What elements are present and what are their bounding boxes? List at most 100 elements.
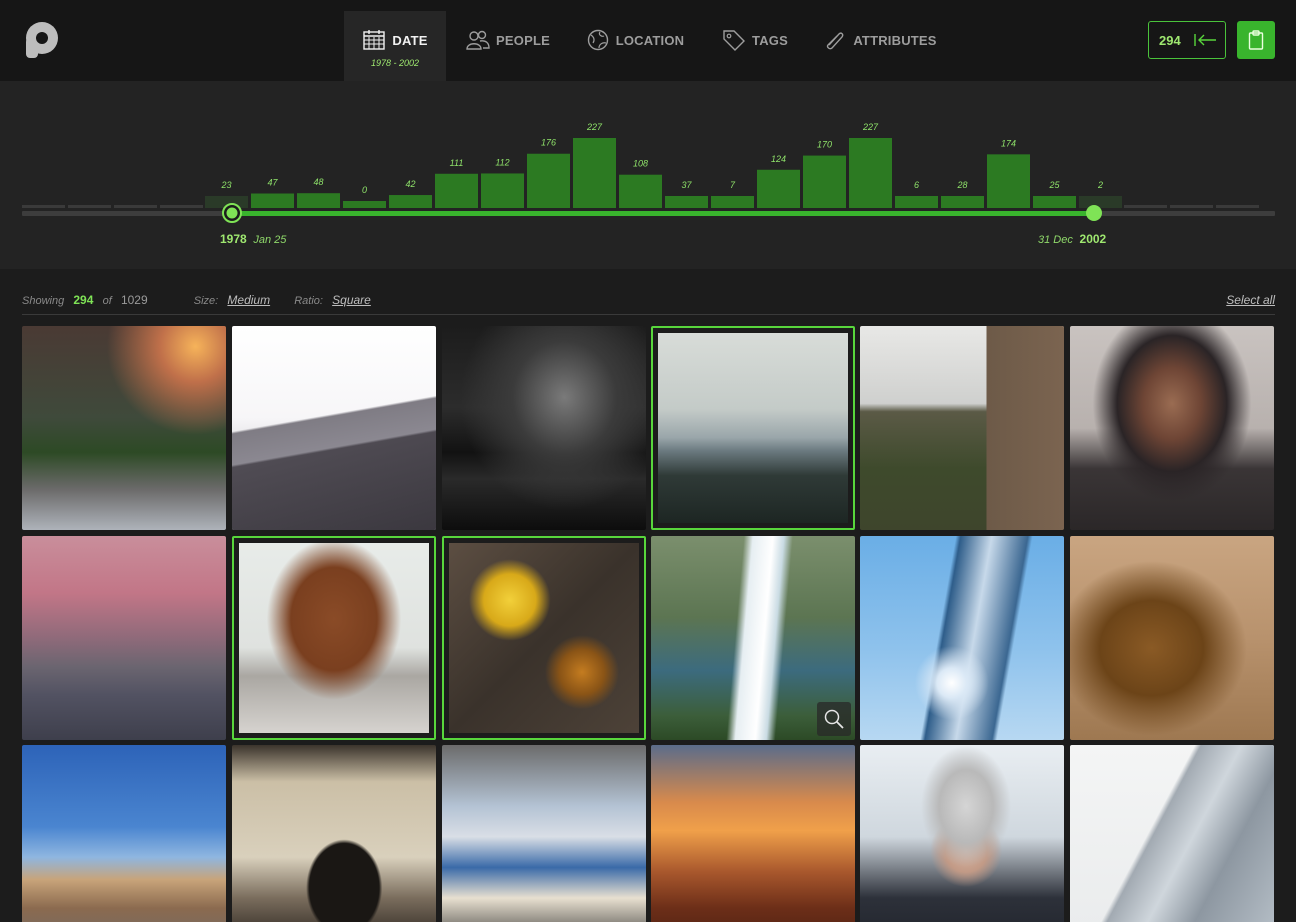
photo-tile-roaring-lion[interactable] [1070, 536, 1274, 740]
photo-tile-leather-bag[interactable] [232, 536, 436, 740]
people-icon [466, 30, 490, 50]
histogram-bar [941, 196, 984, 208]
range-start-handle-dot [226, 207, 238, 219]
histogram-bar [1033, 196, 1076, 208]
size-dropdown[interactable]: Medium [227, 293, 270, 307]
range-start-label: 1978 Jan 25 [220, 232, 286, 246]
histogram-bar-value: 174 [1001, 138, 1016, 148]
histogram-bar-value: 227 [862, 122, 879, 132]
histogram-bar [757, 169, 800, 208]
histogram-bar [619, 174, 662, 208]
tab-people[interactable]: PEOPLE [446, 11, 570, 81]
histogram-bar-value: 6 [914, 180, 919, 190]
date-histogram: 23 47 48 0 42 111 112 176 227 108 37 7 124 170 227 6 28 1… [0, 81, 1296, 269]
photo-tile-boy-in-hood[interactable] [1070, 326, 1274, 530]
paperclip-icon [827, 32, 844, 50]
histogram-bar-value: 176 [541, 138, 556, 148]
photo-tile-church-pink-clouds[interactable] [22, 536, 226, 740]
histogram-bar-value: 37 [681, 180, 692, 190]
histogram-bar [297, 193, 340, 208]
histogram-bar-value: 170 [817, 140, 832, 150]
app-logo[interactable] [20, 20, 60, 60]
selected-count: 294 [1159, 32, 1181, 48]
histogram-bar [665, 196, 708, 208]
range-end-year: 2002 [1079, 232, 1107, 246]
histogram-bar-value: 108 [633, 159, 648, 169]
tab-people-label: PEOPLE [496, 32, 550, 48]
photo-tile-graffiti-sneakers[interactable] [442, 745, 646, 922]
empty-bar-1 [68, 205, 111, 208]
showing-label: Showing [22, 295, 65, 307]
toolbar-divider [22, 314, 1275, 315]
histogram-bar-value: 2 [1097, 180, 1103, 190]
selected-count-button[interactable]: 294 [1148, 21, 1226, 59]
histogram-bar-value: 0 [362, 185, 367, 195]
size-label: Size: [193, 295, 219, 307]
photo-tile-snowy-volcano[interactable] [651, 326, 855, 530]
histogram-bar [711, 196, 754, 208]
select-all-link[interactable]: Select all [1226, 293, 1275, 307]
histogram-bar [895, 196, 938, 208]
empty-bar-3 [160, 205, 203, 208]
clipboard-button[interactable] [1237, 21, 1275, 59]
histogram-bar-value: 28 [956, 180, 967, 190]
ratio-label: Ratio: [294, 295, 323, 307]
empty-bar-0 [22, 205, 65, 208]
range-start-date: Jan 25 [253, 234, 287, 246]
tab-attributes[interactable]: ATTRIBUTES [810, 11, 950, 81]
tab-location[interactable]: LOCATION [570, 11, 700, 81]
of-label: of [102, 295, 112, 307]
total-count: 1029 [120, 293, 148, 307]
histogram-bar-value: 25 [1048, 180, 1060, 190]
photo-tile-desert-road[interactable] [22, 745, 226, 922]
top-bar: DATE 1978 - 2002 PEOPLE LOCATION TAGS AT… [0, 0, 1296, 81]
tab-tags[interactable]: TAGS [700, 11, 810, 81]
range-end-date: 31 Dec [1038, 234, 1073, 246]
tab-date-label: DATE [392, 32, 428, 48]
photo-tile-turmeric-drink[interactable] [442, 536, 646, 740]
histogram-bar-value: 112 [495, 157, 509, 167]
histogram-bar-value: 48 [313, 177, 323, 187]
histogram-bar [389, 195, 432, 208]
range-end-handle[interactable] [1086, 205, 1102, 221]
photo-tile-waterfall[interactable] [651, 536, 855, 740]
tab-location-label: LOCATION [615, 32, 685, 48]
histogram-bar-value: 42 [405, 179, 415, 189]
histogram-bar-value: 7 [730, 180, 736, 190]
histogram-bar [849, 138, 892, 208]
photo-tile-woman-blowing-snow[interactable] [860, 745, 1064, 922]
histogram-bar [527, 153, 570, 208]
empty-bar-6 [1216, 205, 1259, 208]
empty-bar-5 [1170, 205, 1213, 208]
photo-tile-man-silhouette-window[interactable] [232, 745, 436, 922]
tag-icon [723, 30, 746, 51]
photo-tile-glass-building[interactable] [1070, 745, 1274, 922]
zoom-button[interactable] [817, 702, 851, 736]
ratio-dropdown[interactable]: Square [332, 293, 371, 307]
histogram-bar [1079, 196, 1122, 208]
tab-date[interactable]: DATE 1978 - 2002 [344, 11, 446, 81]
photo-tile-mountain-sunrise[interactable] [651, 745, 855, 922]
tab-tags-label: TAGS [752, 32, 788, 48]
histogram-bar [435, 173, 478, 208]
histogram-bar [987, 154, 1030, 208]
histogram-bar-value: 23 [220, 180, 231, 190]
range-start-year: 1978 [220, 232, 247, 246]
photo-tile-woman-by-window[interactable] [860, 326, 1064, 530]
empty-bar-2 [114, 205, 157, 208]
showing-count: 294 [73, 293, 94, 307]
globe-icon [587, 29, 608, 51]
histogram-bar-value: 111 [450, 158, 464, 168]
timeline-selected-range [232, 211, 1094, 216]
photo-tile-dark-clouds-sea[interactable] [442, 326, 646, 530]
photo-tile-misty-mountains[interactable] [232, 326, 436, 530]
clipboard-icon [1248, 30, 1264, 50]
histogram-bar [803, 155, 846, 208]
photo-tile-flowers-sunset[interactable] [22, 326, 226, 530]
tab-attributes-label: ATTRIBUTES [853, 32, 937, 48]
calendar-icon [363, 30, 386, 50]
photo-tile-curvy-towers[interactable] [860, 536, 1064, 740]
histogram-bar [573, 138, 616, 208]
date-range-summary: 1978 - 2002 [370, 58, 420, 68]
histogram-bar [251, 193, 294, 208]
